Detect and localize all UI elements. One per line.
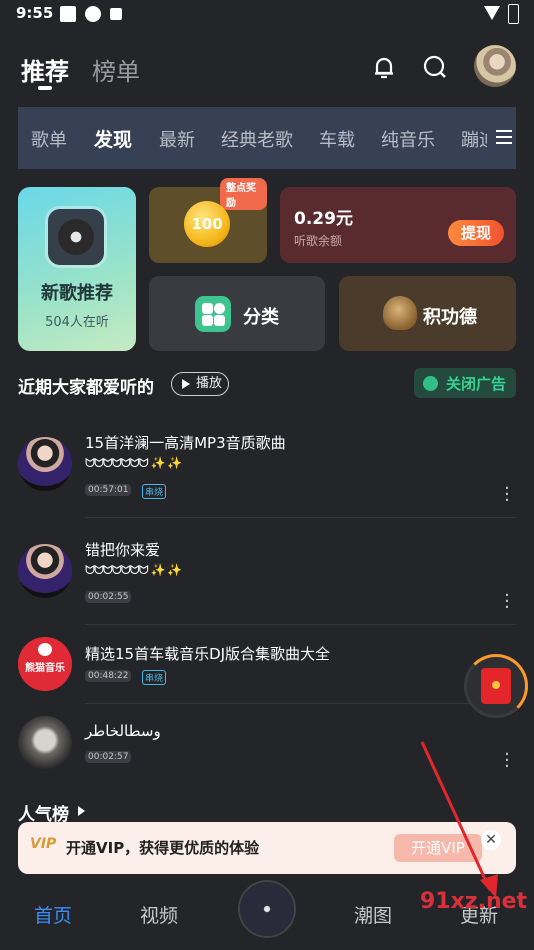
track-title[interactable]: 15首洋澜一高清MP3音质歌曲 [85, 432, 286, 453]
divider [85, 517, 516, 518]
nav-trend-images[interactable]: 潮图 [354, 901, 392, 928]
close-ad-label: 关闭广告 [446, 375, 507, 393]
category-card[interactable]: 分类 [149, 276, 325, 351]
category-pure-music[interactable]: 纯音乐 [381, 126, 435, 152]
coin-icon: 100 [184, 201, 230, 247]
category-car[interactable]: 车载 [319, 126, 355, 152]
section-title: 近期大家都爱听的 [18, 378, 154, 398]
track-tag: 串烧 [142, 484, 167, 499]
track-title[interactable]: 精选15首车载音乐DJ版合集歌曲大全 [85, 643, 330, 664]
disc-icon [48, 209, 104, 265]
close-ad-button[interactable]: 关闭广告 [414, 368, 516, 398]
withdraw-button[interactable]: 提现 [448, 220, 504, 246]
category-disco[interactable]: 蹦迪 [461, 126, 487, 152]
new-songs-title: 新歌推荐 [41, 283, 113, 304]
annotation-arrow [420, 741, 498, 898]
ad-icon [423, 376, 438, 391]
track-cover[interactable] [18, 716, 72, 770]
watermark-text: 91xz.net [420, 889, 528, 914]
track-title-line2: ᗢᗢᗢᗢᗢᗢᗢ ✨ ✨ [85, 563, 182, 577]
track-duration: 00:02:57 [85, 751, 132, 763]
category-discover[interactable]: 发现 [94, 125, 132, 152]
vip-text: 开通VIP，获得更优质的体验 [66, 839, 260, 857]
track-cover[interactable] [18, 437, 72, 491]
vip-logo: VIP [30, 836, 57, 852]
status-time: 9:55 [16, 4, 54, 22]
track-duration: 00:48:22 [85, 670, 132, 682]
track-duration: 00:57:01 [85, 484, 132, 496]
app-notification-icon [60, 6, 76, 22]
new-songs-card[interactable]: 新歌推荐 504人在听 [18, 187, 136, 351]
balance-label: 听歌余额 [294, 234, 343, 248]
panda-icon [38, 643, 52, 656]
wooden-fish-icon [383, 296, 417, 330]
track-title[interactable]: وسطالخاطر [85, 722, 161, 740]
play-icon [182, 379, 190, 389]
balance-amount: 0.29元 [294, 209, 353, 229]
font-icon [110, 8, 122, 20]
play-all-button[interactable]: 播放 [171, 372, 229, 396]
nav-video[interactable]: 视频 [140, 901, 178, 928]
status-bar: 9:55 [0, 0, 534, 28]
track-cover[interactable] [18, 544, 72, 598]
user-avatar[interactable] [474, 45, 516, 87]
tab-charts[interactable]: 榜单 [92, 52, 140, 87]
divider [85, 703, 516, 704]
wifi-icon [484, 6, 500, 20]
nav-home[interactable]: 首页 [34, 901, 72, 928]
menu-icon[interactable] [496, 130, 512, 148]
coin-reward-card[interactable]: 整点奖励 100 [149, 178, 267, 263]
merit-label: 积功德 [423, 307, 477, 328]
divider [85, 624, 516, 625]
watermark: 91xz.net [420, 886, 527, 914]
sync-icon [85, 6, 101, 22]
tab-recommend[interactable]: 推荐 [21, 52, 69, 87]
now-playing-disc[interactable] [240, 882, 294, 936]
red-packet-button[interactable] [464, 654, 528, 718]
hourly-reward-badge: 整点奖励 [220, 178, 267, 210]
track-title[interactable]: 错把你来爱 [85, 539, 160, 560]
search-icon[interactable] [422, 54, 448, 80]
category-playlist[interactable]: 歌单 [31, 126, 67, 152]
track-duration: 00:02:55 [85, 591, 132, 603]
balance-card[interactable]: 0.29元 听歌余额 提现 [280, 187, 516, 263]
more-options-icon[interactable]: · · · [500, 587, 514, 617]
more-options-icon[interactable]: · · · [500, 480, 514, 510]
chevron-right-icon [78, 806, 85, 816]
merit-card[interactable]: 积功德 [339, 276, 516, 351]
track-title-line2: ᗢᗢᗢᗢᗢᗢᗢ ✨ ✨ [85, 456, 182, 470]
cover-text: 熊猫音乐 [25, 663, 65, 674]
red-envelope-icon [481, 668, 511, 704]
track-cover[interactable]: 熊猫音乐 [18, 637, 72, 691]
category-classic[interactable]: 经典老歌 [221, 126, 293, 152]
category-grid-icon [195, 296, 231, 332]
play-label: 播放 [196, 376, 223, 391]
track-tag: 串烧 [142, 670, 167, 685]
bell-icon[interactable] [371, 54, 397, 80]
category-label: 分类 [243, 307, 279, 328]
tab-indicator [38, 86, 52, 90]
category-latest[interactable]: 最新 [159, 126, 195, 152]
battery-icon [508, 4, 519, 24]
new-songs-listeners: 504人在听 [45, 315, 109, 330]
